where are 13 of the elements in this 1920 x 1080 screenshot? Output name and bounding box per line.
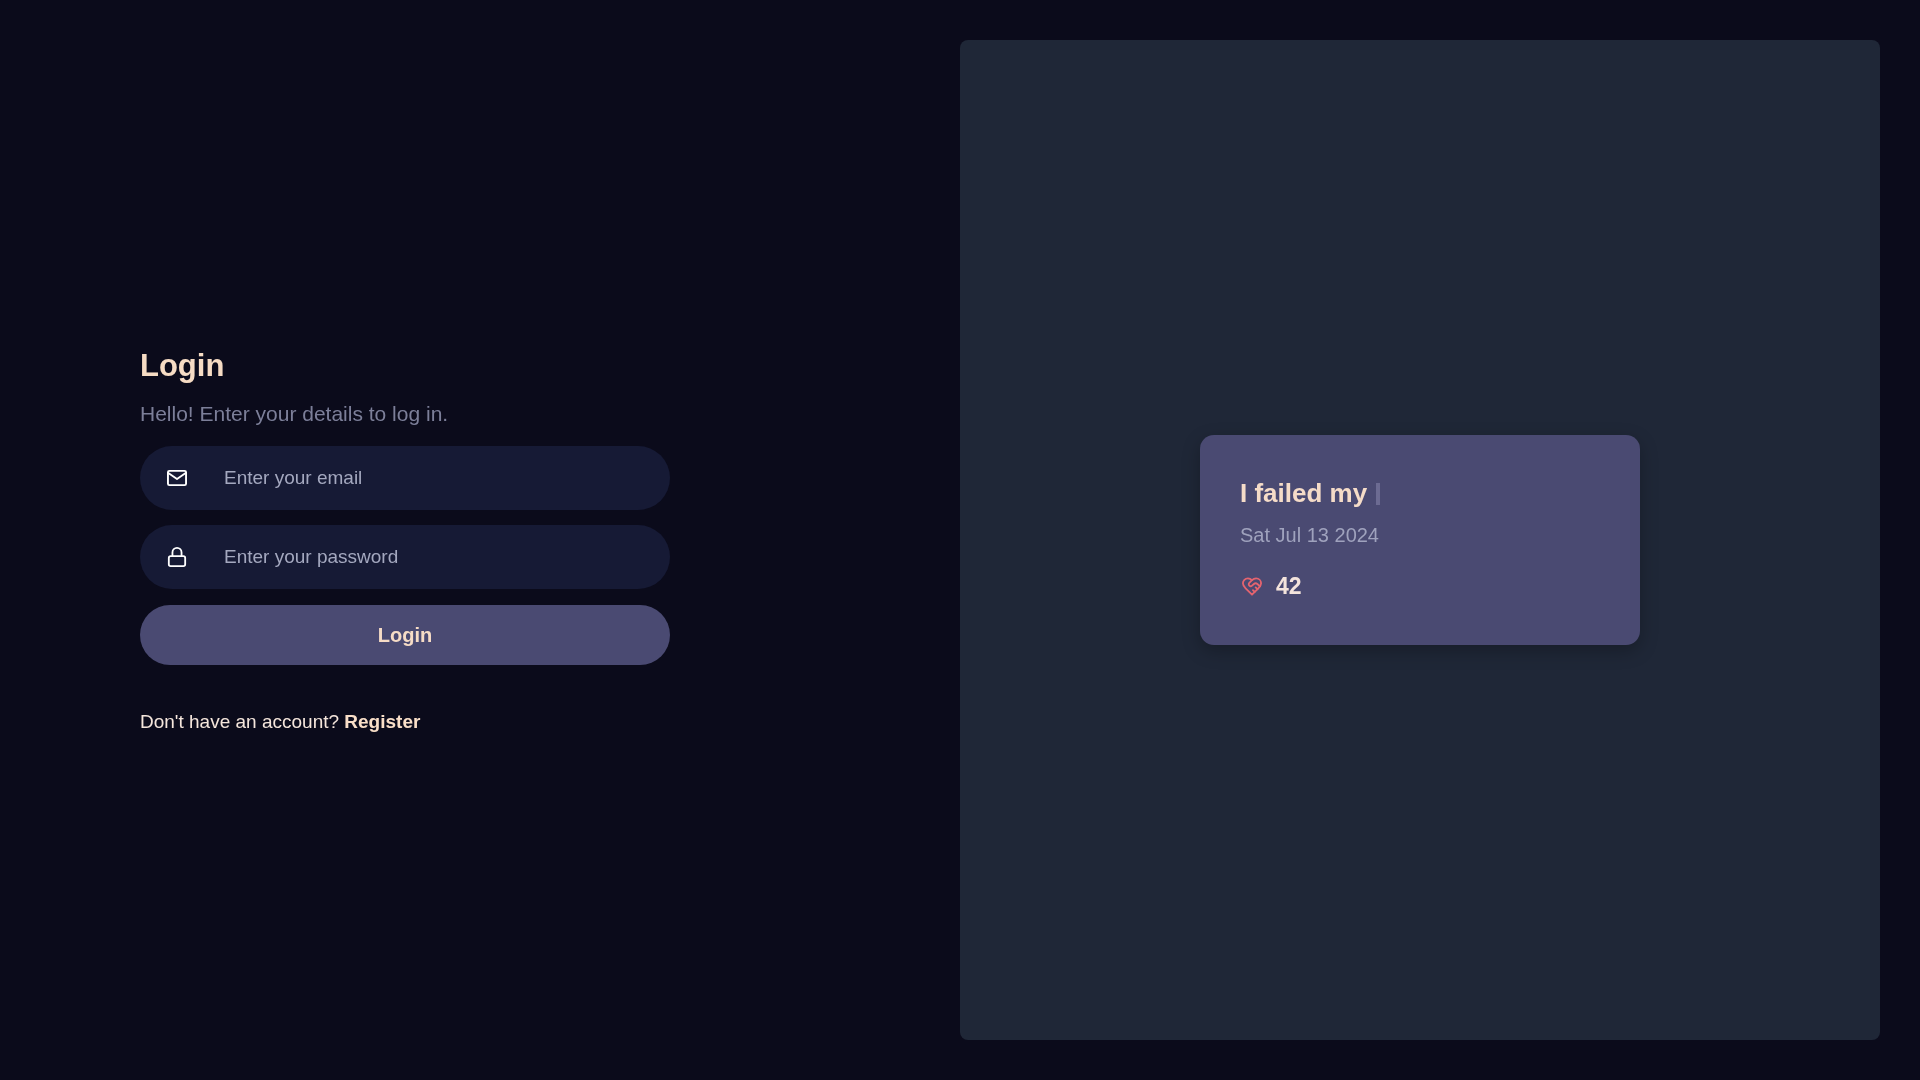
- post-title: I failed my: [1240, 478, 1368, 510]
- email-field[interactable]: Enter your email: [140, 446, 670, 511]
- password-field[interactable]: Enter your password: [140, 525, 670, 590]
- login-button[interactable]: Login: [140, 605, 670, 666]
- post-date: Sat Jul 13 2024: [1240, 524, 1379, 548]
- envelope-icon: [167, 468, 187, 489]
- login-subtitle: Hello! Enter your details to log in.: [140, 400, 449, 427]
- login-title: Login: [140, 346, 225, 384]
- register-link[interactable]: Register: [344, 711, 421, 733]
- heart-icon: [1242, 577, 1262, 597]
- lock-icon: [167, 547, 187, 568]
- register-prompt: Don't have an account? Register: [140, 711, 421, 734]
- like-count: 42: [1276, 573, 1302, 601]
